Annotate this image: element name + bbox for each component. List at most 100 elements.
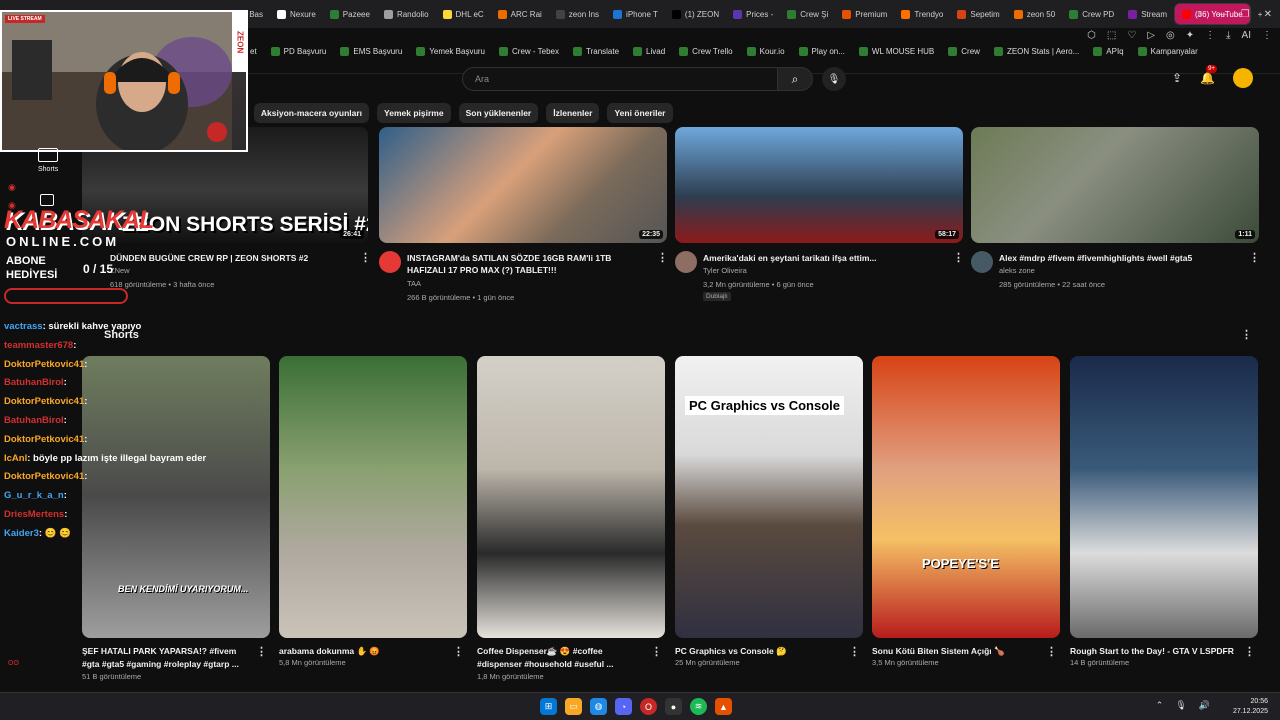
short-title[interactable]: ŞEF HATALI PARK YAPARSA!? #fivem #gta #g…	[82, 645, 252, 671]
browser-tab[interactable]: Sepetim	[950, 3, 1006, 25]
bookmark-item[interactable]: APIq	[1093, 46, 1124, 56]
play-icon[interactable]: ▷	[1147, 30, 1155, 41]
minimize-icon[interactable]: —	[1217, 9, 1227, 20]
voice-search-button[interactable]: 🎙	[822, 67, 846, 91]
video-title[interactable]: Amerika'daki en şeytani tarikatı ifşa et…	[703, 252, 938, 264]
video-title[interactable]: Alex #mdrp #fivem #fivemhighlights #well…	[999, 252, 1234, 264]
channel-name[interactable]: TAA	[407, 279, 421, 288]
video-title[interactable]: INSTAGRAM'da SATILAN SÖZDE 16GB RAM'li 1…	[407, 252, 642, 276]
bookmark-item[interactable]: Crew - Tebex	[499, 46, 559, 56]
upload-icon[interactable]: ⇪	[1172, 71, 1182, 85]
shorts-menu-icon[interactable]: ⋮	[1241, 328, 1252, 341]
app-icon[interactable]: ▲	[715, 698, 732, 715]
short-title[interactable]: Sonu Kötü Biten Sistem Açığı 🍗	[872, 645, 1042, 658]
bookmark-item[interactable]: Translate	[572, 46, 619, 56]
video-menu-icon[interactable]: ⋮	[953, 251, 964, 264]
bookmark-item[interactable]: Livad	[633, 46, 665, 56]
close-icon[interactable]: ✕	[1264, 9, 1272, 20]
microphone-icon[interactable]: 🎙	[1175, 700, 1186, 711]
chevron-up-icon[interactable]: ⌃	[1156, 700, 1164, 711]
filter-chip[interactable]: Yemek pişirme	[377, 103, 451, 123]
browser-tab[interactable]: zeon Ins	[549, 3, 606, 25]
bookmark-item[interactable]: Play on...	[798, 46, 845, 56]
bookmark-item[interactable]: Crew	[948, 46, 980, 56]
ai-button[interactable]: AI	[1242, 30, 1251, 41]
channel-avatar[interactable]	[675, 251, 697, 273]
filter-chip[interactable]: Son yüklenenler	[458, 103, 539, 123]
video-menu-icon[interactable]: ⋮	[360, 251, 371, 264]
browser-tab[interactable]: Pazeee	[323, 3, 377, 25]
bookmark-item[interactable]: Kampanyalar	[1137, 46, 1198, 56]
channel-name[interactable]: Tyler Oliveira	[703, 266, 747, 275]
file-explorer-icon[interactable]: ▭	[565, 698, 582, 715]
windows-start-icon[interactable]: ⊞	[540, 698, 557, 715]
filter-chip[interactable]: Aksiyon-macera oyunları	[253, 103, 370, 123]
shorts-sidebar-icon[interactable]	[38, 148, 58, 162]
short-thumbnail[interactable]	[1070, 356, 1258, 638]
channel-avatar[interactable]	[971, 251, 993, 273]
browser-tab[interactable]: (1) ZEON	[665, 3, 726, 25]
discord-icon[interactable]: ◔	[615, 698, 632, 715]
search-icon[interactable]: ⌕	[1197, 9, 1203, 20]
short-title[interactable]: Coffee Dispenser☕ 😍 #coffee #dispenser #…	[477, 645, 647, 671]
browser-tab[interactable]: Crew PD	[1062, 3, 1121, 25]
browser-tab[interactable]: Nexure	[270, 3, 323, 25]
heart-icon[interactable]: ♡	[1127, 30, 1136, 41]
browser-tab[interactable]: Trendyo	[894, 3, 950, 25]
bookmark-item[interactable]: ZEON Stats | Aero...	[993, 46, 1079, 56]
video-menu-icon[interactable]: ⋮	[1249, 251, 1260, 264]
more-icon[interactable]: ⋮	[1262, 30, 1272, 41]
spotify-icon[interactable]: ≋	[690, 698, 707, 715]
video-title[interactable]: DÜNDEN BUGÜNE CREW RP | ZEON SHORTS #2	[110, 252, 345, 264]
bookmark-item[interactable]: Kour.io	[746, 46, 785, 56]
video-thumbnail[interactable]: 1:11	[971, 127, 1259, 243]
bookmark-item[interactable]: WL MOUSE HUB	[858, 46, 934, 56]
short-menu-icon[interactable]: ⋮	[1244, 645, 1255, 658]
sidebar-shorts-label[interactable]: Shorts	[38, 166, 58, 173]
short-menu-icon[interactable]: ⋮	[453, 645, 464, 658]
extensions-icon[interactable]: ✦	[1186, 30, 1194, 41]
short-menu-icon[interactable]: ⋮	[256, 645, 267, 658]
short-menu-icon[interactable]: ⋮	[849, 645, 860, 658]
clock[interactable]: 20:56 27.12.2025	[1233, 697, 1268, 717]
browser-tab[interactable]: Premium	[835, 3, 894, 25]
maximize-icon[interactable]: ❐	[1241, 9, 1250, 20]
browser-tab[interactable]: zeon 50	[1007, 3, 1062, 25]
download-icon[interactable]: ⤓	[1226, 30, 1230, 41]
browser-tab[interactable]: ARC Rai	[491, 3, 549, 25]
video-thumbnail[interactable]: 22:35	[379, 127, 667, 243]
notifications-bell-icon[interactable]: 🔔 9+	[1200, 65, 1217, 85]
browser-tab[interactable]: iPhone T	[606, 3, 665, 25]
bookmark-item[interactable]: Yemek Başvuru	[416, 46, 485, 56]
short-thumbnail[interactable]: POPEYE'S'E	[872, 356, 1060, 638]
browser-tab[interactable]: Stream	[1121, 3, 1174, 25]
speaker-icon[interactable]: 🔊	[1199, 700, 1210, 711]
menu-icon[interactable]: ⋮	[1205, 30, 1215, 41]
filter-chip[interactable]: Yeni öneriler	[607, 103, 673, 123]
short-title[interactable]: PC Graphics vs Console 🤔	[675, 645, 845, 658]
browser-tab[interactable]: Crew Şi	[780, 3, 835, 25]
github-icon[interactable]: ●	[665, 698, 682, 715]
short-thumbnail[interactable]	[279, 356, 467, 638]
opera-icon[interactable]: O	[640, 698, 657, 715]
filter-chip[interactable]: İzlenenler	[546, 103, 600, 123]
short-menu-icon[interactable]: ⋮	[651, 645, 662, 658]
short-title[interactable]: Rough Start to the Day! - GTA V LSPDFR	[1070, 645, 1240, 658]
short-menu-icon[interactable]: ⋮	[1046, 645, 1057, 658]
browser-tab[interactable]: DHL eC	[436, 3, 491, 25]
subscriptions-icon[interactable]	[40, 194, 54, 206]
bookmark-icon[interactable]: ⬚	[1107, 30, 1116, 41]
search-input[interactable]: Ara	[462, 67, 778, 91]
account-avatar[interactable]	[1233, 68, 1254, 88]
bookmark-item[interactable]: Crew Trello	[679, 46, 733, 56]
browser-tab[interactable]: Prices -	[726, 3, 780, 25]
bookmark-item[interactable]: EMS Başvuru	[340, 46, 402, 56]
channel-avatar[interactable]	[379, 251, 401, 273]
short-title[interactable]: arabama dokunma ✋ 😡	[279, 645, 449, 658]
camera-icon[interactable]: ◎	[1166, 30, 1175, 41]
video-menu-icon[interactable]: ⋮	[657, 251, 668, 264]
browser-icon[interactable]: ◍	[590, 698, 607, 715]
short-thumbnail[interactable]	[477, 356, 665, 638]
browser-tab[interactable]: Randolio	[377, 3, 436, 25]
bookmark-item[interactable]: PD Başvuru	[270, 46, 326, 56]
